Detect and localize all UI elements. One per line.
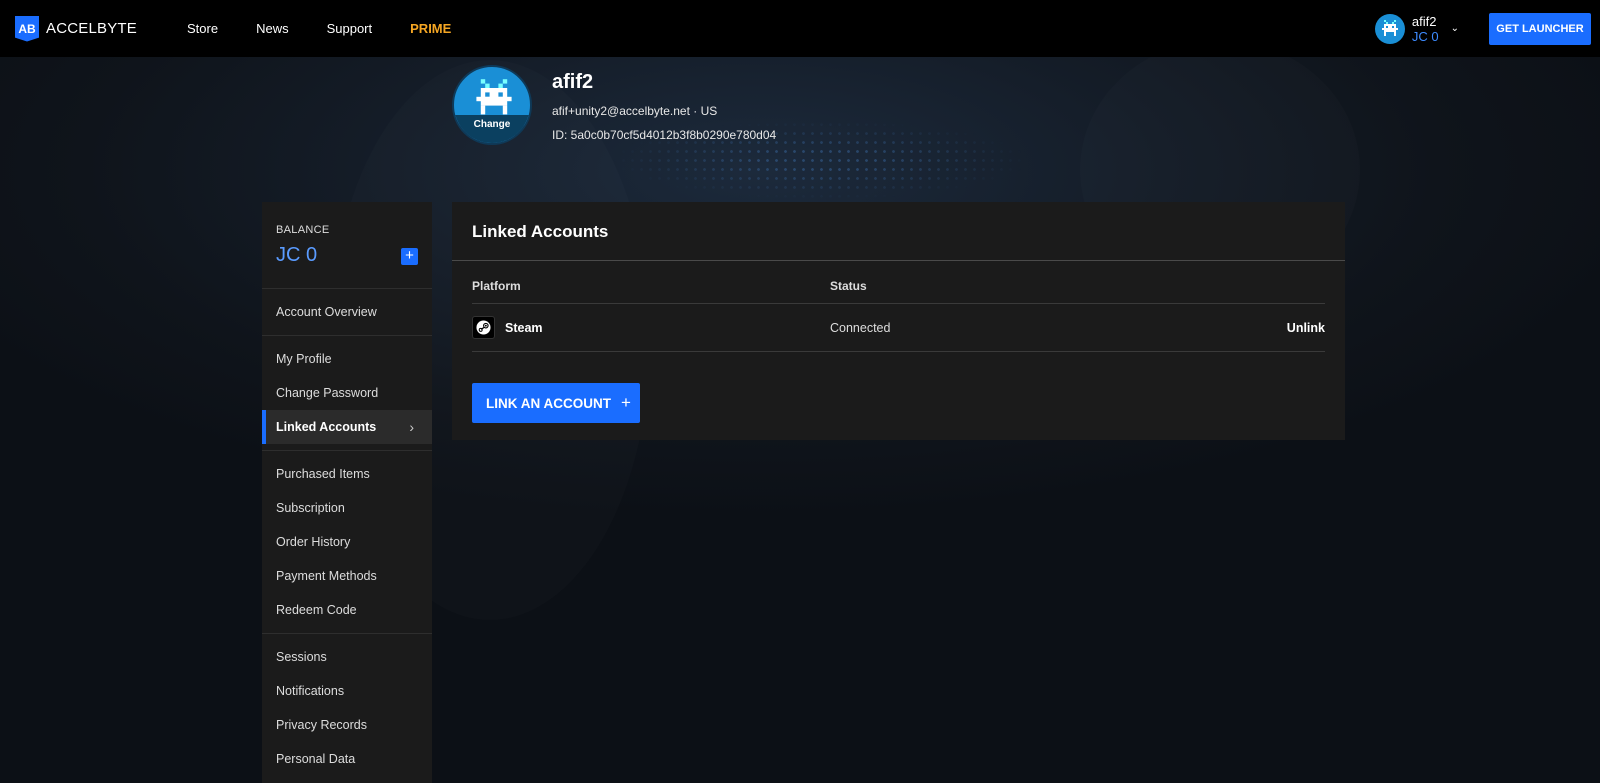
sidebar-item-personal-data[interactable]: Personal Data xyxy=(262,742,432,776)
profile-info: afif2 afif+unity2@accelbyte.net · US ID:… xyxy=(552,65,776,145)
user-balance: JC 0 xyxy=(1411,28,1439,44)
sidebar-group-overview: Account Overview xyxy=(262,289,432,336)
balance-value: JC 0 xyxy=(276,244,318,266)
add-balance-button[interactable]: + xyxy=(401,248,418,265)
table-header: Platform Status xyxy=(472,261,1325,304)
sidebar-item-sessions[interactable]: Sessions xyxy=(262,640,432,674)
linked-accounts-table: Platform Status Steam Connected Unlink xyxy=(472,261,1325,352)
sidebar-item-change-password[interactable]: Change Password xyxy=(262,376,432,410)
linked-accounts-card: Linked Accounts Platform Status Steam Co… xyxy=(452,202,1345,440)
balance-label: BALANCE xyxy=(276,224,330,236)
space-invader-icon xyxy=(476,79,512,115)
logo-icon: AB xyxy=(15,15,39,42)
logo-text: ACCELBYTE xyxy=(46,20,137,37)
status-cell: Connected xyxy=(830,320,891,335)
space-invader-icon xyxy=(1381,19,1398,36)
nav-links: Store News Support PRIME xyxy=(187,21,489,36)
profile-id: ID: 5a0c0b70cf5d4012b3f8b0290e780d04 xyxy=(552,128,777,142)
sidebar-item-label: Linked Accounts xyxy=(276,420,377,434)
user-info[interactable]: afif2 JC 0 xyxy=(1412,14,1439,44)
sidebar-item-linked-accounts[interactable]: Linked Accounts › xyxy=(262,410,432,444)
sidebar-item-notifications[interactable]: Notifications xyxy=(262,674,432,708)
profile-avatar[interactable]: Change xyxy=(452,65,532,145)
balance-section: BALANCE JC 0 + xyxy=(262,202,432,289)
link-account-label: LINK AN ACCOUNT xyxy=(486,395,611,411)
profile-email: afif+unity2@accelbyte.net · US xyxy=(552,104,718,118)
sidebar-item-order-history[interactable]: Order History xyxy=(262,525,432,559)
chevron-right-icon: › xyxy=(409,419,414,435)
user-name: afif2 xyxy=(1411,13,1437,29)
sidebar-item-account-overview[interactable]: Account Overview xyxy=(262,295,432,329)
unlink-button[interactable]: Unlink xyxy=(1287,321,1325,335)
chevron-down-icon[interactable]: ⌄ xyxy=(1451,23,1459,34)
platform-cell: Steam xyxy=(472,316,830,339)
sidebar-group-privacy: Sessions Notifications Privacy Records P… xyxy=(262,634,432,782)
plus-icon: + xyxy=(621,393,631,412)
page-title: Linked Accounts xyxy=(452,202,1345,261)
column-header-status: Status xyxy=(830,279,867,293)
steam-icon xyxy=(472,316,495,339)
sidebar-item-redeem-code[interactable]: Redeem Code xyxy=(262,593,432,627)
top-navigation: AB ACCELBYTE Store News Support PRIME af… xyxy=(0,0,1600,57)
profile-name: afif2 xyxy=(552,71,594,93)
sidebar-item-purchased-items[interactable]: Purchased Items xyxy=(262,457,432,491)
sidebar-item-payment-methods[interactable]: Payment Methods xyxy=(262,559,432,593)
account-sidebar: BALANCE JC 0 + Account Overview My Profi… xyxy=(262,202,432,783)
sidebar-item-privacy-records[interactable]: Privacy Records xyxy=(262,708,432,742)
nav-link-prime[interactable]: PRIME xyxy=(410,21,451,36)
table-row: Steam Connected Unlink xyxy=(472,304,1325,352)
user-avatar[interactable] xyxy=(1374,13,1405,44)
column-header-platform: Platform xyxy=(472,279,521,293)
platform-name: Steam xyxy=(505,320,543,335)
sidebar-group-account: My Profile Change Password Linked Accoun… xyxy=(262,336,432,451)
get-launcher-button[interactable]: GET LAUNCHER xyxy=(1489,12,1591,45)
nav-link-support[interactable]: Support xyxy=(327,21,373,36)
accelbyte-logo[interactable]: AB ACCELBYTE xyxy=(15,15,137,42)
sidebar-group-purchases: Purchased Items Subscription Order Histo… xyxy=(262,451,432,634)
profile-header: Change afif2 afif+unity2@accelbyte.net ·… xyxy=(452,65,776,145)
sidebar-item-subscription[interactable]: Subscription xyxy=(262,491,432,525)
change-avatar-button[interactable]: Change xyxy=(454,115,530,143)
link-account-button[interactable]: LINK AN ACCOUNT + xyxy=(472,383,640,423)
nav-link-store[interactable]: Store xyxy=(187,21,218,36)
nav-link-news[interactable]: News xyxy=(256,21,289,36)
sidebar-item-my-profile[interactable]: My Profile xyxy=(262,342,432,376)
user-area: afif2 JC 0 ⌄ GET LAUNCHER xyxy=(1374,12,1600,45)
